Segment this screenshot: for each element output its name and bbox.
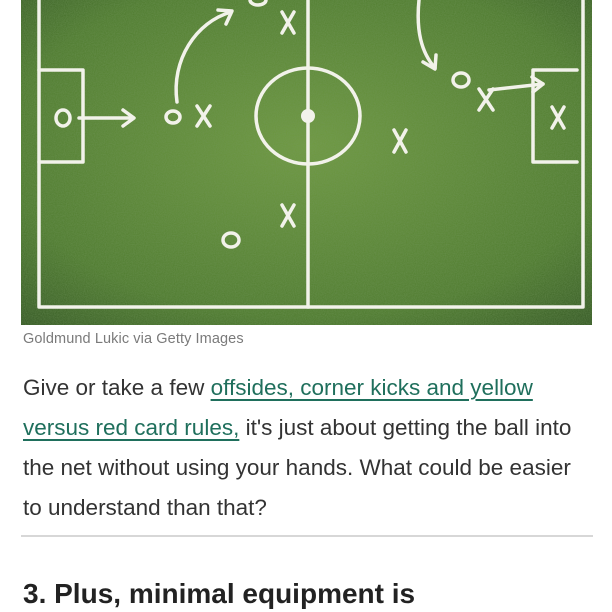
soccer-tactics-photo: [21, 0, 592, 325]
section-heading: 3. Plus, minimal equipment is: [23, 578, 416, 609]
section-divider: [21, 535, 593, 537]
image-caption: Goldmund Lukic via Getty Images: [23, 331, 244, 347]
center-spot: [301, 109, 315, 123]
paragraph-text-before: Give or take a few: [23, 375, 211, 400]
article-paragraph: Give or take a few offsides, corner kick…: [23, 368, 595, 528]
